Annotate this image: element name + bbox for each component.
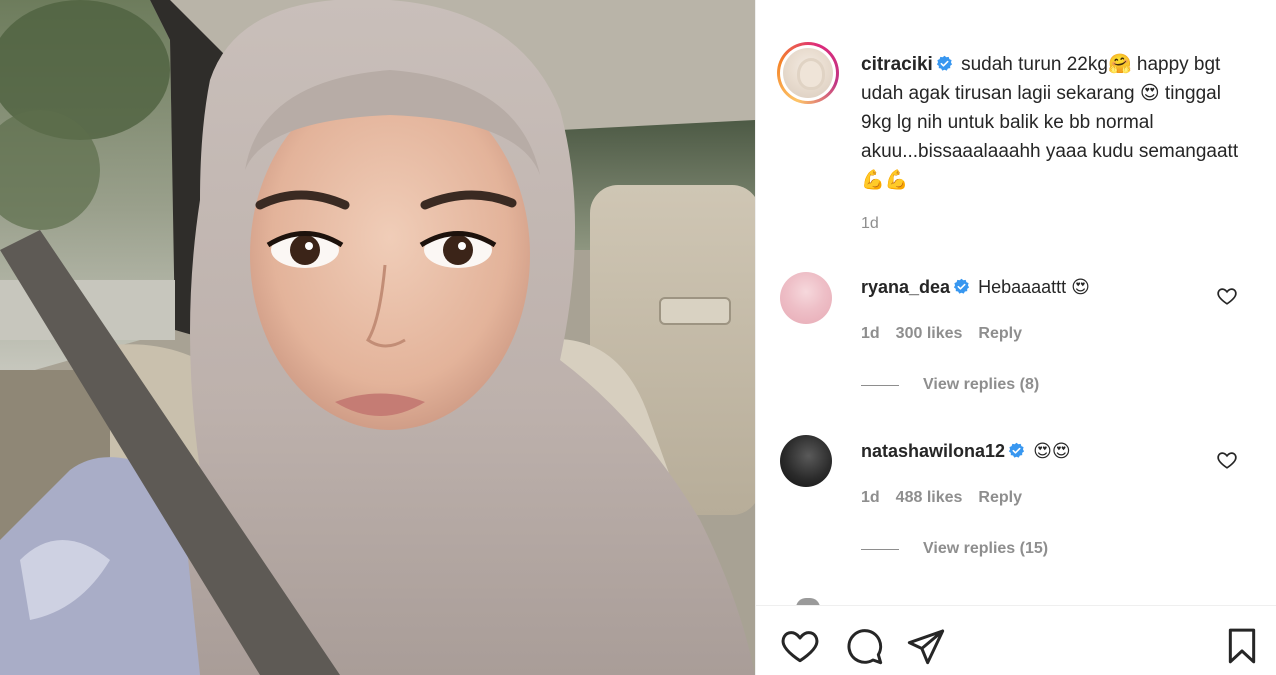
post-caption: citraciki sudah turun 22kg🤗 happy bgt ud… [861,50,1251,195]
reply-button[interactable]: Reply [978,325,1022,343]
comments-scroll-area[interactable]: citraciki sudah turun 22kg🤗 happy bgt ud… [756,0,1276,605]
comment-body: Hebaaaattt 😍 [978,277,1090,297]
view-replies-button[interactable]: View replies (8) [861,376,1039,394]
comment-likes[interactable]: 488 likes [896,489,963,507]
comment-likes[interactable]: 300 likes [896,325,963,343]
verified-badge-icon [953,278,970,294]
comment-time[interactable]: 1d [861,489,880,507]
commenter-username[interactable]: ryana_dea [861,277,950,297]
post-media[interactable] [0,0,755,675]
comment-icon[interactable] [844,626,884,666]
comment-text: ryana_dea Hebaaaattt 😍 [861,277,1090,298]
verified-badge-icon [1008,442,1025,458]
next-commenter-avatar[interactable] [796,598,820,605]
heart-icon[interactable] [780,626,820,666]
view-replies-line [861,384,899,386]
selfie-video-frame [0,0,755,675]
verified-badge-icon [936,55,952,71]
author-username[interactable]: citraciki [861,54,933,75]
comment-meta: 1d 300 likes Reply [861,325,1022,343]
comment-like-heart-icon[interactable] [1216,285,1238,307]
commenter-username[interactable]: natashawilona12 [861,441,1005,461]
post-actions-bar [756,606,1276,675]
instagram-post: citraciki sudah turun 22kg🤗 happy bgt ud… [0,0,1276,675]
comment-text: natashawilona12 😍😍 [861,441,1071,462]
comment-meta: 1d 488 likes Reply [861,489,1022,507]
comment-time[interactable]: 1d [861,325,880,343]
author-avatar[interactable] [777,42,839,104]
view-replies-line [861,548,899,550]
post-panel: citraciki sudah turun 22kg🤗 happy bgt ud… [755,0,1276,675]
comment-body: 😍😍 [1033,441,1071,461]
reply-button[interactable]: Reply [978,489,1022,507]
post-time[interactable]: 1d [861,215,879,233]
commenter-avatar[interactable] [780,435,832,487]
share-icon[interactable] [906,626,946,666]
bookmark-icon[interactable] [1222,626,1262,666]
comment-like-heart-icon[interactable] [1216,449,1238,471]
commenter-avatar[interactable] [780,272,832,324]
view-replies-button[interactable]: View replies (15) [861,540,1048,558]
